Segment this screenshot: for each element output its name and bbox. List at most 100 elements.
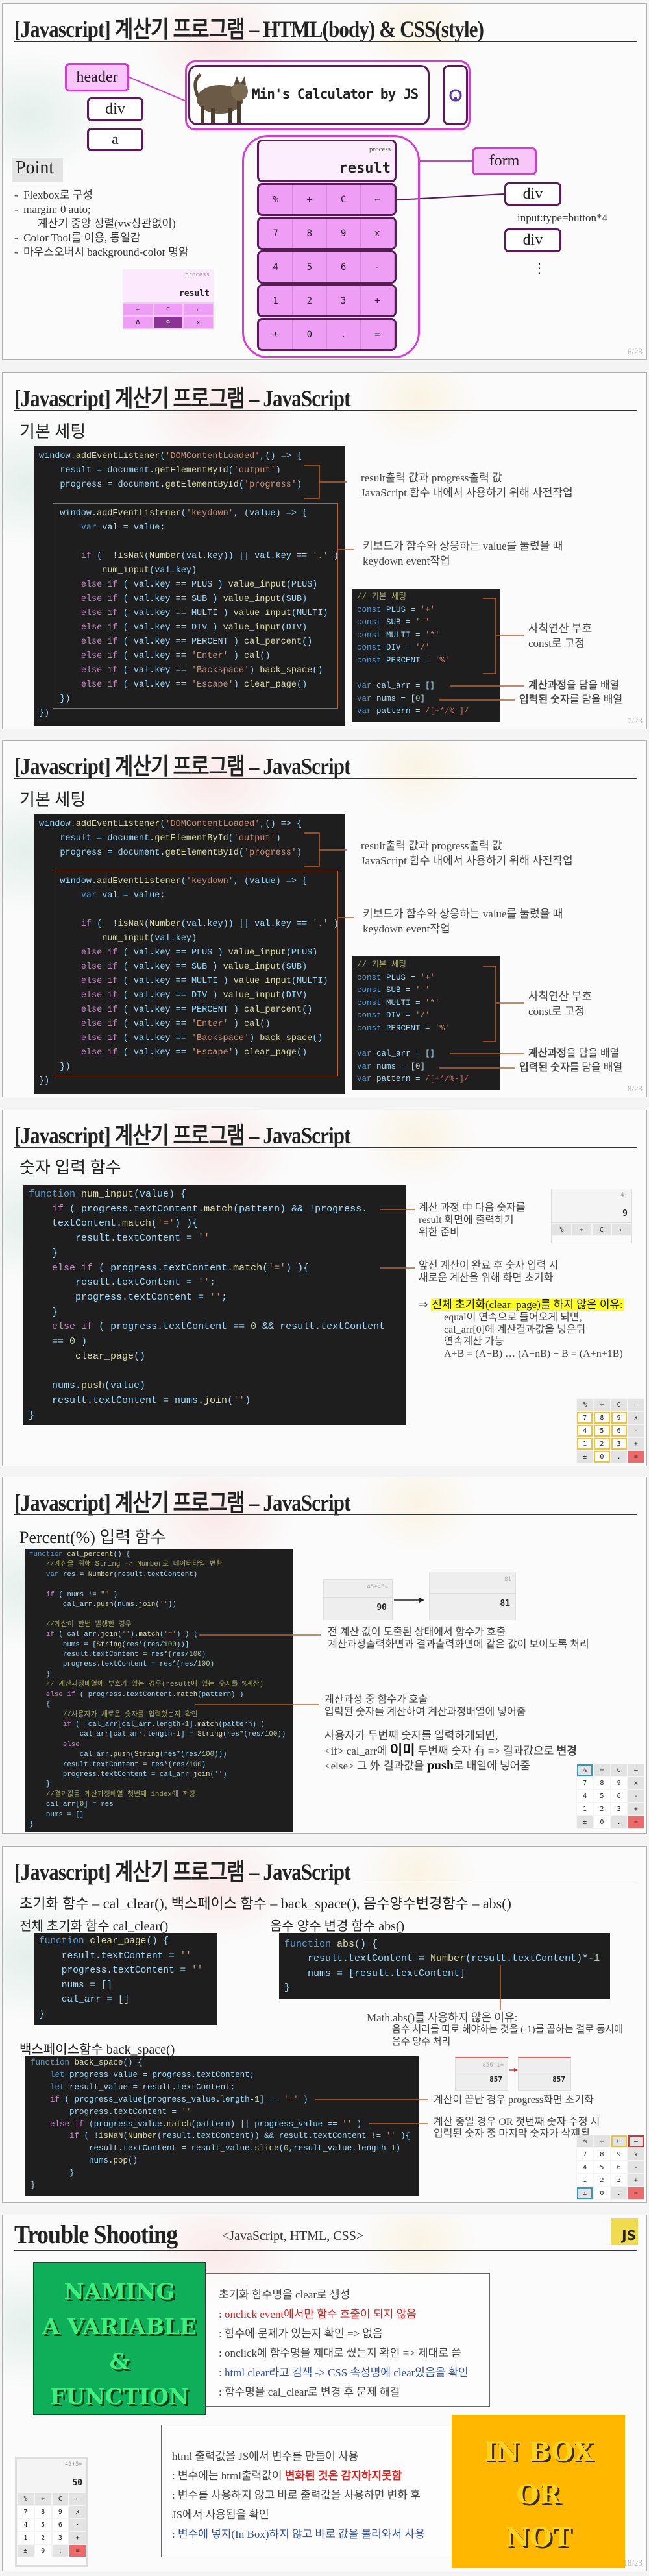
key-button[interactable]: 1 <box>576 1803 594 1816</box>
key-button[interactable]: . <box>610 1816 628 1829</box>
key-button[interactable]: 5 <box>593 2161 611 2174</box>
key-button[interactable]: 0 <box>593 1450 611 1463</box>
key-button[interactable]: 6 <box>51 2518 69 2531</box>
key-button[interactable]: 1 <box>576 1437 594 1450</box>
key-button[interactable]: 3 <box>326 286 361 315</box>
key-button[interactable]: . <box>326 320 361 349</box>
key-button[interactable]: 4 <box>17 2518 34 2531</box>
key-button[interactable]: + <box>627 1803 644 1816</box>
key-button[interactable]: x <box>360 219 395 248</box>
key-button[interactable]: 3 <box>610 2174 628 2187</box>
key-button[interactable]: 9 <box>326 219 361 248</box>
key-button[interactable]: . <box>51 2544 69 2557</box>
key-button[interactable]: 4 <box>576 1424 594 1437</box>
key-button[interactable]: x <box>183 316 214 329</box>
key-button[interactable]: ÷ <box>34 2492 52 2505</box>
key-button[interactable]: % <box>552 1223 572 1236</box>
key-button[interactable]: ÷ <box>593 1398 611 1411</box>
key-button[interactable]: 6 <box>610 1790 628 1803</box>
key-button[interactable]: 8 <box>123 316 153 329</box>
key-button[interactable]: C <box>610 1764 628 1777</box>
key-button[interactable]: 6 <box>326 252 361 282</box>
key-button[interactable]: 9 <box>51 2505 69 2518</box>
key-button[interactable]: 1 <box>17 2531 34 2544</box>
key-button[interactable]: % <box>259 185 293 214</box>
key-button[interactable]: 2 <box>293 286 327 315</box>
key-button[interactable]: - <box>627 1790 644 1803</box>
key-button[interactable]: 4 <box>259 252 293 282</box>
key-button[interactable]: C <box>51 2492 69 2505</box>
key-button[interactable]: 2 <box>593 1803 611 1816</box>
key-button[interactable]: 5 <box>593 1424 611 1437</box>
key-button[interactable]: 2 <box>593 1437 611 1450</box>
key-button[interactable]: ← <box>183 303 214 316</box>
key-button[interactable]: - <box>627 2161 644 2174</box>
key-button[interactable]: 8 <box>293 219 327 248</box>
key-button[interactable]: ← <box>627 2135 644 2148</box>
github-link[interactable] <box>443 65 468 125</box>
key-button[interactable]: 1 <box>259 286 293 315</box>
key-button[interactable]: = <box>360 320 395 349</box>
key-button[interactable]: 9 <box>610 1777 628 1790</box>
key-button[interactable]: = <box>627 1816 644 1829</box>
key-button[interactable]: = <box>627 2187 644 2200</box>
key-button[interactable]: 6 <box>610 2161 628 2174</box>
key-button[interactable]: 8 <box>593 1411 611 1424</box>
key-button[interactable]: ± <box>259 320 293 349</box>
key-button[interactable]: 8 <box>593 2148 611 2161</box>
key-button[interactable]: ÷ <box>593 1764 611 1777</box>
key-button[interactable]: 0 <box>593 2187 611 2200</box>
key-button[interactable]: 2 <box>593 2174 611 2187</box>
key-button[interactable]: = <box>627 1450 644 1463</box>
key-button[interactable]: C <box>610 1398 628 1411</box>
key-button[interactable]: C <box>591 1223 612 1236</box>
key-button[interactable]: = <box>69 2544 86 2557</box>
key-button[interactable]: 7 <box>576 1777 594 1790</box>
key-button[interactable]: % <box>576 2135 594 2148</box>
key-button[interactable]: 8 <box>34 2505 52 2518</box>
key-button[interactable]: 7 <box>17 2505 34 2518</box>
key-button[interactable]: ÷ <box>593 2135 611 2148</box>
key-button[interactable]: 1 <box>576 2174 594 2187</box>
key-button[interactable]: . <box>610 1450 628 1463</box>
key-button[interactable]: 2 <box>34 2531 52 2544</box>
key-button[interactable]: ÷ <box>123 303 153 316</box>
key-button[interactable]: 3 <box>51 2531 69 2544</box>
key-button[interactable]: 5 <box>593 1790 611 1803</box>
key-button[interactable]: % <box>576 1764 594 1777</box>
key-button[interactable]: 7 <box>576 1411 594 1424</box>
key-button[interactable]: C <box>326 185 361 214</box>
key-button[interactable]: ← <box>69 2492 86 2505</box>
key-button[interactable]: 7 <box>576 2148 594 2161</box>
key-button[interactable]: 6 <box>610 1424 628 1437</box>
key-button[interactable]: x <box>69 2505 86 2518</box>
key-button[interactable]: ← <box>611 1223 631 1236</box>
key-button[interactable]: x <box>627 2148 644 2161</box>
key-button[interactable]: ← <box>360 185 395 214</box>
key-button[interactable]: x <box>627 1411 644 1424</box>
key-button[interactable]: · <box>69 2518 86 2531</box>
key-button[interactable]: ÷ <box>571 1223 592 1236</box>
key-button[interactable]: . <box>610 2187 628 2200</box>
key-button[interactable]: 5 <box>293 252 327 282</box>
key-button[interactable]: 3 <box>610 1437 628 1450</box>
key-button[interactable]: ± <box>576 1450 594 1463</box>
key-button[interactable]: 7 <box>259 219 293 248</box>
key-button[interactable]: 8 <box>593 1777 611 1790</box>
key-button[interactable]: - <box>627 1424 644 1437</box>
key-button[interactable]: ± <box>576 2187 594 2200</box>
key-button[interactable]: 4 <box>576 2161 594 2174</box>
key-button[interactable]: + <box>627 1437 644 1450</box>
key-button[interactable]: 9 <box>610 2148 628 2161</box>
key-button[interactable]: - <box>360 252 395 282</box>
key-button[interactable]: 9 <box>153 316 184 329</box>
key-button[interactable]: % <box>17 2492 34 2505</box>
key-button[interactable]: C <box>153 303 184 316</box>
key-button[interactable]: ± <box>17 2544 34 2557</box>
key-button[interactable]: 5 <box>34 2518 52 2531</box>
key-button[interactable]: 0 <box>593 1816 611 1829</box>
key-button[interactable]: % <box>576 1398 594 1411</box>
key-button[interactable]: + <box>69 2531 86 2544</box>
key-button[interactable]: ← <box>627 1398 644 1411</box>
key-button[interactable]: 0 <box>293 320 327 349</box>
